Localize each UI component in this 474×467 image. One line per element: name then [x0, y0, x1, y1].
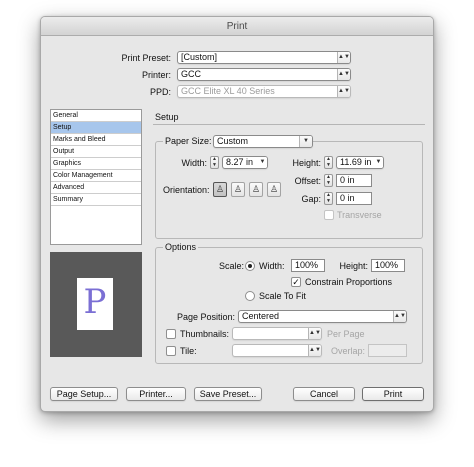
gap-stepper[interactable]: ▲ ▼ — [324, 192, 333, 205]
overlap-field[interactable] — [368, 344, 407, 357]
ppd-value: GCC Elite XL 40 Series — [181, 86, 275, 96]
radio-dot — [248, 264, 252, 268]
paper-size-value: Custom — [217, 136, 249, 146]
reverse-portrait-icon[interactable]: ♙ — [249, 182, 263, 197]
chevron-down-icon: ▼ — [374, 157, 383, 168]
orientation-label: Orientation: — [163, 185, 210, 195]
options-heading: Options — [163, 242, 199, 253]
print-preset-popup[interactable]: [Custom] ▲▼ — [177, 51, 351, 64]
offset-field[interactable]: 0 in — [336, 174, 372, 187]
check-icon: ✓ — [292, 277, 300, 287]
category-list[interactable]: General Setup Marks and Bleed Output Graphic… — [50, 109, 142, 245]
constrain-proportions-label: Constrain Proportions — [305, 277, 393, 287]
category-item[interactable]: General — [51, 110, 141, 122]
print-preset-value: [Custom] — [181, 52, 218, 62]
portrait-icon[interactable]: ♙ — [213, 182, 227, 197]
preview-glyph: P — [83, 282, 107, 322]
chevron-down-icon: ▼ — [299, 136, 312, 147]
scale-to-fit-radio[interactable] — [245, 291, 255, 301]
landscape-icon[interactable]: ♙ — [231, 182, 245, 197]
ppd-popup[interactable]: GCC Elite XL 40 Series ▲▼ — [177, 85, 351, 98]
stepper-down-icon: ▼ — [326, 180, 331, 186]
page-position-popup[interactable]: Centered ▲▼ — [238, 310, 407, 323]
category-item[interactable]: Marks and Bleed — [51, 134, 141, 146]
category-item[interactable]: Output — [51, 146, 141, 158]
save-preset-button[interactable]: Save Preset... — [194, 387, 262, 401]
category-item[interactable]: Graphics — [51, 158, 141, 170]
chevron-down-icon: ▼ — [258, 157, 267, 168]
tile-popup[interactable]: ▲▼ — [232, 344, 322, 357]
print-preset-label: Print Preset: — [121, 53, 171, 63]
category-item[interactable]: Color Management — [51, 170, 141, 182]
printer-popup[interactable]: GCC ▲▼ — [177, 68, 351, 81]
tile-checkbox[interactable] — [166, 346, 176, 356]
stepper-down-icon: ▼ — [212, 162, 217, 168]
category-item[interactable]: Setup — [51, 122, 141, 134]
stepper-down-icon: ▼ — [326, 162, 331, 168]
ppd-label: PPD: — [149, 87, 171, 97]
height-label: Height: — [292, 158, 321, 168]
popup-arrows-icon: ▲▼ — [308, 328, 321, 339]
page-position-label: Page Position: — [176, 312, 235, 322]
printer-label: Printer: — [141, 70, 171, 80]
scale-to-fit-label: Scale To Fit — [259, 291, 306, 301]
page-setup-button[interactable]: Page Setup... — [50, 387, 118, 401]
gap-field[interactable]: 0 in — [336, 192, 372, 205]
popup-arrows-icon: ▲▼ — [337, 52, 350, 63]
transverse-label: Transverse — [337, 210, 382, 220]
popup-arrows-icon: ▲▼ — [337, 69, 350, 80]
window-title: Print — [41, 17, 433, 36]
overlap-label: Overlap: — [330, 346, 365, 356]
transverse-checkbox[interactable] — [324, 210, 334, 220]
per-page-label: Per Page — [327, 329, 365, 339]
width-stepper[interactable]: ▲ ▼ — [210, 156, 219, 169]
gap-label: Gap: — [301, 194, 321, 204]
popup-arrows-icon: ▲▼ — [337, 86, 350, 97]
scale-width-radio[interactable] — [245, 261, 255, 271]
tile-label: Tile: — [180, 346, 197, 356]
height-stepper[interactable]: ▲ ▼ — [324, 156, 333, 169]
thumbnails-checkbox[interactable] — [166, 329, 176, 339]
offset-label: Offset: — [294, 176, 321, 186]
page-position-value: Centered — [242, 311, 280, 321]
paper-size-label: Paper Size: — [163, 136, 214, 147]
width-label: Width: — [181, 158, 207, 168]
page-preview: P — [50, 252, 142, 357]
setup-divider — [153, 124, 425, 125]
thumbnails-popup[interactable]: ▲▼ — [232, 327, 322, 340]
scale-width-field[interactable]: 100% — [291, 259, 325, 272]
preview-page: P — [77, 278, 113, 330]
setup-heading: Setup — [155, 112, 179, 122]
cancel-button[interactable]: Cancel — [293, 387, 355, 401]
scale-height-field[interactable]: 100% — [371, 259, 405, 272]
scale-width-label: Width: — [259, 261, 285, 271]
print-dialog: Print Print Preset: [Custom] ▲▼ Printer:… — [40, 16, 434, 412]
paper-size-popup[interactable]: Custom ▼ — [213, 135, 313, 148]
category-item[interactable]: Summary — [51, 194, 141, 206]
print-button[interactable]: Print — [362, 387, 424, 401]
scale-height-label: Height: — [339, 261, 368, 271]
category-item[interactable]: Advanced — [51, 182, 141, 194]
height-value: 11.69 in — [340, 157, 372, 167]
height-combo[interactable]: 11.69 in ▼ — [336, 156, 384, 169]
constrain-proportions-checkbox[interactable]: ✓ — [291, 277, 301, 287]
offset-stepper[interactable]: ▲ ▼ — [324, 174, 333, 187]
scale-label: Scale: — [219, 261, 245, 271]
printer-button[interactable]: Printer... — [126, 387, 186, 401]
stepper-down-icon: ▼ — [326, 198, 331, 204]
width-combo[interactable]: 8.27 in ▼ — [222, 156, 268, 169]
width-value: 8.27 in — [226, 157, 254, 167]
printer-value: GCC — [181, 69, 201, 79]
popup-arrows-icon: ▲▼ — [308, 345, 321, 356]
popup-arrows-icon: ▲▼ — [393, 311, 406, 322]
thumbnails-label: Thumbnails: — [180, 329, 230, 339]
